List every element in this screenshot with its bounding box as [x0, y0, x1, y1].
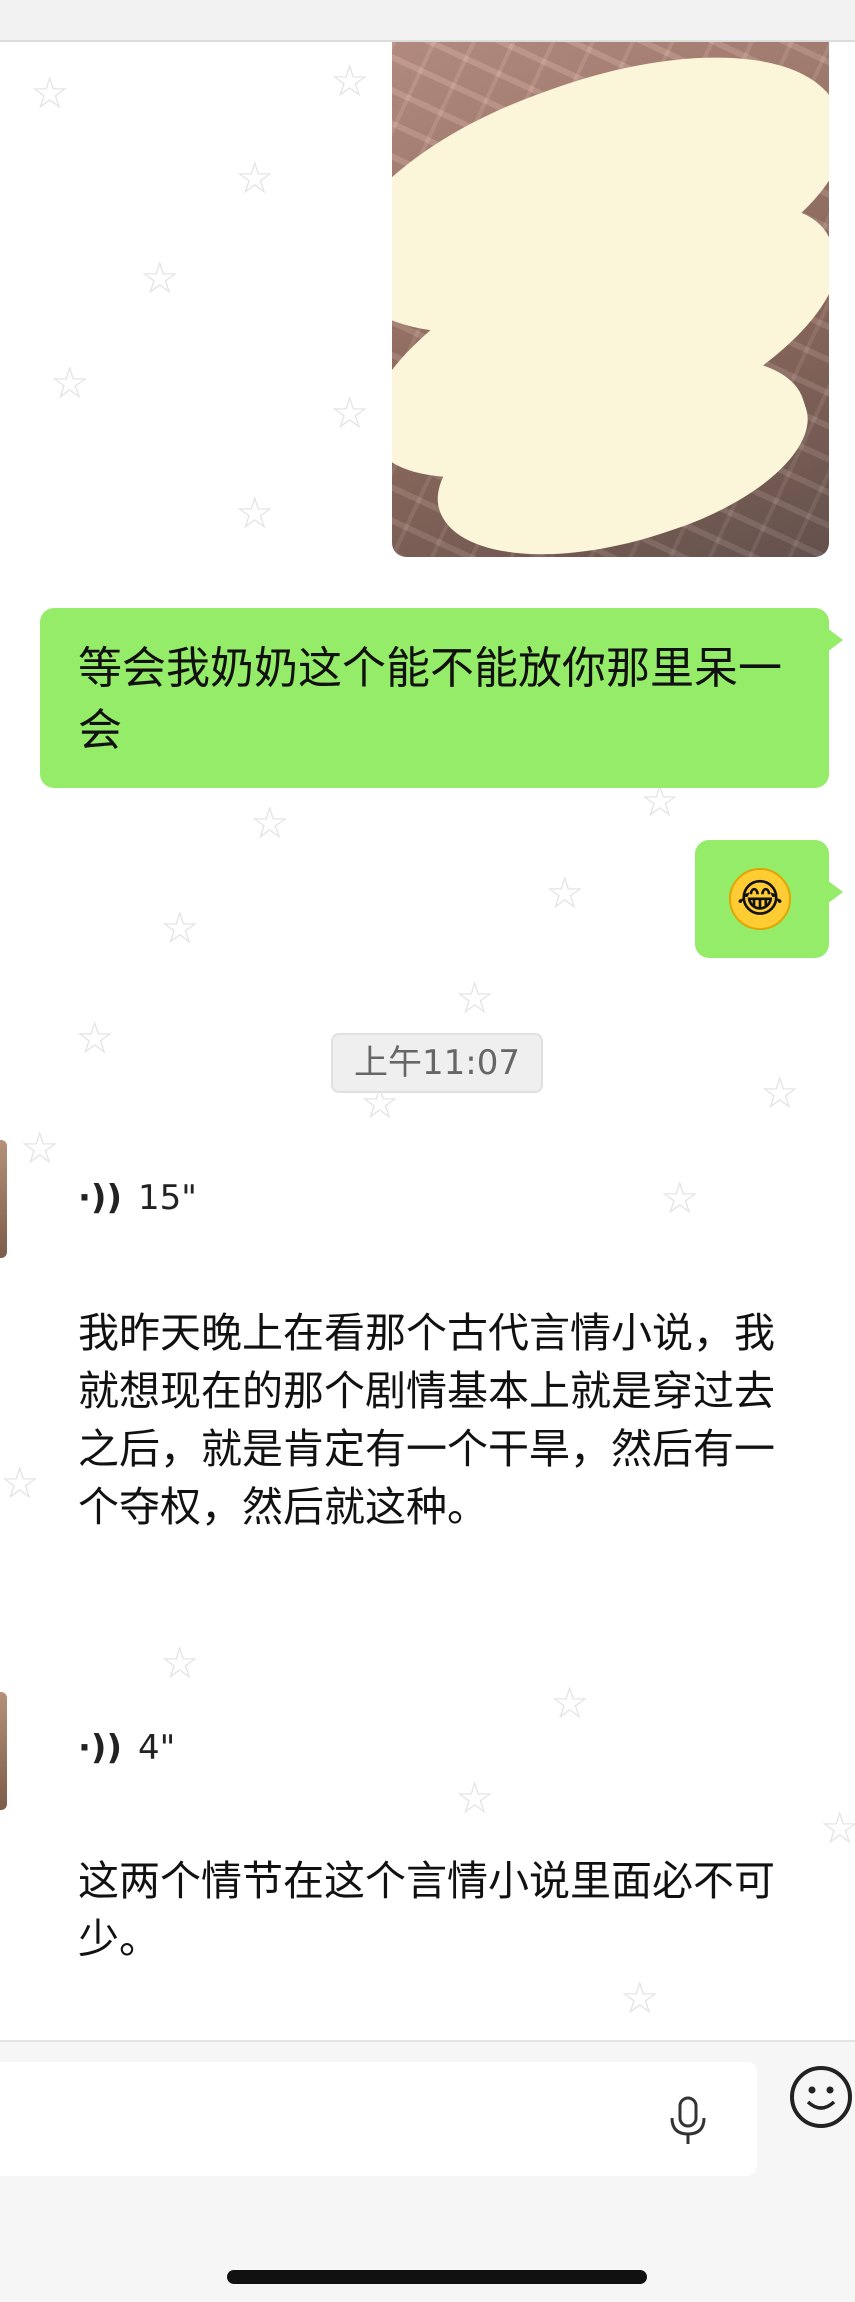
star-pattern: ☆ — [820, 1803, 855, 1854]
star-pattern: ☆ — [75, 1013, 115, 1064]
photo-message[interactable] — [392, 42, 829, 557]
top-strip — [0, 0, 855, 42]
sent-emoji-bubble[interactable]: 😂 — [695, 840, 843, 958]
voice-transcript-2: 这两个情节在这个言情小说里面必不可少。 — [78, 1857, 775, 1963]
bubble-tail — [827, 880, 843, 904]
star-pattern: ☆ — [760, 1068, 800, 1119]
star-pattern: ☆ — [660, 1173, 700, 1224]
star-pattern: ☆ — [140, 253, 180, 304]
laughing-emoji-icon: 😂 — [729, 868, 791, 930]
star-pattern: ☆ — [160, 903, 200, 954]
star-pattern: ☆ — [330, 56, 370, 107]
voice-message-1[interactable]: ·)) 15" — [78, 1178, 197, 1218]
emoji-button[interactable] — [790, 2066, 852, 2128]
voice-wave-icon: ·)) — [78, 1178, 122, 1218]
star-pattern: ☆ — [455, 973, 495, 1024]
microphone-icon[interactable] — [660, 2092, 716, 2148]
star-pattern: ☆ — [160, 1638, 200, 1689]
voice-wave-icon: ·)) — [78, 1728, 122, 1768]
star-pattern: ☆ — [620, 1973, 660, 2024]
input-bar — [0, 2040, 855, 2302]
star-pattern: ☆ — [250, 798, 290, 849]
star-pattern: ☆ — [455, 1773, 495, 1824]
voice-duration: 15" — [138, 1178, 197, 1218]
star-pattern: ☆ — [0, 1458, 40, 1509]
avatar[interactable] — [0, 1140, 7, 1258]
star-pattern: ☆ — [550, 1678, 590, 1729]
message-timestamp: 上午11:07 — [331, 1033, 543, 1093]
voice-message-2[interactable]: ·)) 4" — [78, 1728, 175, 1768]
star-pattern: ☆ — [235, 488, 275, 539]
avatar[interactable] — [0, 1692, 7, 1810]
star-pattern: ☆ — [30, 68, 70, 119]
star-pattern: ☆ — [20, 1123, 60, 1174]
voice-duration: 4" — [138, 1728, 176, 1768]
bubble-tail — [827, 628, 843, 652]
home-indicator[interactable] — [227, 2270, 647, 2284]
message-text: 等会我奶奶这个能不能放你那里呆一会 — [78, 643, 782, 756]
star-pattern: ☆ — [235, 153, 275, 204]
star-pattern: ☆ — [330, 388, 370, 439]
star-pattern: ☆ — [545, 868, 585, 919]
emoji-icon — [806, 2086, 836, 2110]
message-input[interactable] — [0, 2062, 757, 2176]
star-pattern: ☆ — [50, 358, 90, 409]
sent-message-bubble[interactable]: 等会我奶奶这个能不能放你那里呆一会 — [40, 608, 843, 788]
voice-transcript-1: 我昨天晚上在看那个古代言情小说，我就想现在的那个剧情基本上就是穿过去之后，就是肯… — [78, 1309, 775, 1531]
